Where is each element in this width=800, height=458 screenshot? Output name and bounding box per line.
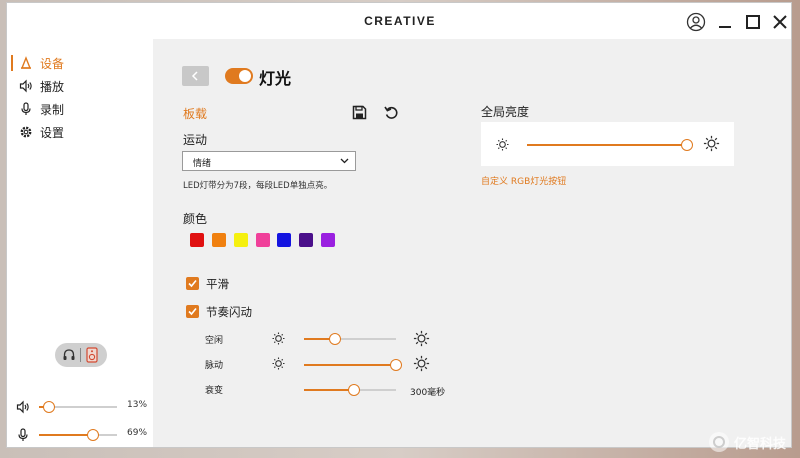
- mic-value: 69%: [127, 428, 148, 438]
- mic-slider[interactable]: [39, 429, 117, 441]
- user-icon: [686, 12, 706, 32]
- active-indicator: [11, 124, 13, 140]
- decay-label: 衰变: [205, 386, 224, 396]
- back-button[interactable]: [182, 66, 209, 86]
- active-indicator: [11, 101, 13, 117]
- color-swatch-yellow[interactable]: [234, 233, 248, 247]
- lighting-toggle[interactable]: [225, 68, 253, 84]
- idle-label: 空闲: [205, 336, 224, 346]
- slider-thumb[interactable]: [347, 384, 360, 396]
- onboard-section-label: 板载: [183, 107, 208, 121]
- sidebar-item-recording[interactable]: 录制: [7, 98, 153, 120]
- color-label: 颜色: [183, 212, 208, 226]
- speaker-device-icon[interactable]: [86, 347, 98, 363]
- checkmark-icon: [188, 307, 197, 316]
- app-logo: CREATIVE: [364, 14, 436, 28]
- device-icon: [20, 56, 32, 69]
- brightness-high-icon: [413, 330, 430, 347]
- reset-icon[interactable]: [384, 105, 399, 120]
- motion-hint: LED灯带分为7段，每段LED单独点亮。: [183, 181, 333, 191]
- color-swatch-purple[interactable]: [321, 233, 335, 247]
- device-switch: [55, 343, 107, 367]
- mic-slider-row: 69%: [7, 426, 153, 444]
- sidebar-item-playback[interactable]: 播放: [7, 75, 153, 97]
- color-swatch-orange[interactable]: [212, 233, 226, 247]
- app-window: CREATIVE 设备 播放 录制 设置 13% 69% 灯光 板载 运动 情绪…: [6, 2, 792, 448]
- pulse-label: 脉动: [205, 361, 224, 371]
- sidebar-item-settings[interactable]: 设置: [7, 121, 153, 143]
- slider-fill: [39, 434, 93, 436]
- pulse-slider[interactable]: [304, 359, 402, 371]
- color-swatch-red[interactable]: [190, 233, 204, 247]
- close-icon: [773, 15, 787, 29]
- volume-slider-row: 13%: [7, 398, 153, 416]
- speaker-icon: [19, 79, 32, 93]
- slider-thumb[interactable]: [329, 333, 342, 345]
- slider-thumb[interactable]: [86, 429, 99, 441]
- watermark-text: 亿智科技: [734, 436, 787, 452]
- brightness-low-icon: [272, 332, 285, 345]
- active-indicator: [11, 55, 13, 71]
- color-swatch-pink[interactable]: [256, 233, 270, 247]
- title-bar: CREATIVE: [7, 3, 791, 39]
- brightness-high-icon: [703, 135, 720, 152]
- device-separator: [80, 348, 81, 362]
- headphone-icon[interactable]: [62, 348, 76, 362]
- minimize-icon: [719, 26, 731, 28]
- page-title: 灯光: [259, 69, 292, 88]
- slider-thumb[interactable]: [681, 139, 693, 151]
- global-brightness-slider[interactable]: [527, 139, 693, 151]
- user-account-button[interactable]: [685, 11, 707, 33]
- sidebar-item-device[interactable]: 设备: [7, 52, 153, 74]
- decay-value: 300毫秒: [410, 388, 446, 398]
- volume-slider[interactable]: [39, 401, 117, 413]
- custom-rgb-link[interactable]: 自定义 RGB灯光按钮: [481, 174, 566, 187]
- brightness-high-icon: [413, 355, 430, 372]
- save-icon[interactable]: [352, 105, 367, 120]
- watermark-logo-icon: [709, 432, 729, 452]
- sidebar: 设备 播放 录制 设置 13% 69%: [7, 39, 153, 447]
- brightness-low-icon: [272, 357, 285, 370]
- microphone-icon: [21, 102, 31, 115]
- speaker-icon: [16, 400, 29, 414]
- maximize-icon: [746, 15, 760, 29]
- checkmark-icon: [188, 279, 197, 288]
- sidebar-item-label: 录制: [40, 103, 65, 117]
- global-brightness-panel: [481, 122, 734, 166]
- smooth-checkbox[interactable]: [186, 277, 199, 290]
- color-swatch-indigo[interactable]: [299, 233, 313, 247]
- decay-slider[interactable]: [304, 384, 396, 396]
- maximize-button[interactable]: [742, 11, 764, 33]
- watermark: 亿智科技: [708, 426, 800, 458]
- sidebar-item-label: 设备: [40, 57, 65, 71]
- color-swatch-blue[interactable]: [277, 233, 291, 247]
- chevron-down-icon: [340, 158, 349, 164]
- slider-thumb[interactable]: [43, 401, 56, 413]
- active-indicator: [11, 78, 13, 94]
- rhythm-checkbox[interactable]: [186, 305, 199, 318]
- motion-label: 运动: [183, 133, 208, 147]
- gear-icon: [20, 126, 32, 138]
- smooth-label: 平滑: [206, 277, 229, 291]
- global-brightness-label: 全局亮度: [481, 105, 530, 119]
- toggle-knob: [239, 70, 251, 82]
- sidebar-item-label: 设置: [40, 126, 65, 140]
- microphone-icon: [18, 428, 28, 441]
- minimize-button[interactable]: [714, 11, 736, 33]
- slider-fill: [304, 364, 396, 366]
- motion-select[interactable]: 情绪: [182, 151, 356, 171]
- sidebar-item-label: 播放: [40, 80, 65, 94]
- rhythm-label: 节奏闪动: [206, 305, 252, 319]
- motion-selected-value: 情绪: [193, 159, 212, 169]
- chevron-left-icon: [191, 71, 198, 81]
- slider-fill: [304, 389, 354, 391]
- slider-thumb[interactable]: [390, 359, 402, 371]
- idle-slider[interactable]: [304, 333, 396, 345]
- volume-value: 13%: [127, 400, 148, 410]
- close-button[interactable]: [769, 11, 791, 33]
- brightness-low-icon: [496, 138, 509, 151]
- slider-fill: [527, 144, 687, 146]
